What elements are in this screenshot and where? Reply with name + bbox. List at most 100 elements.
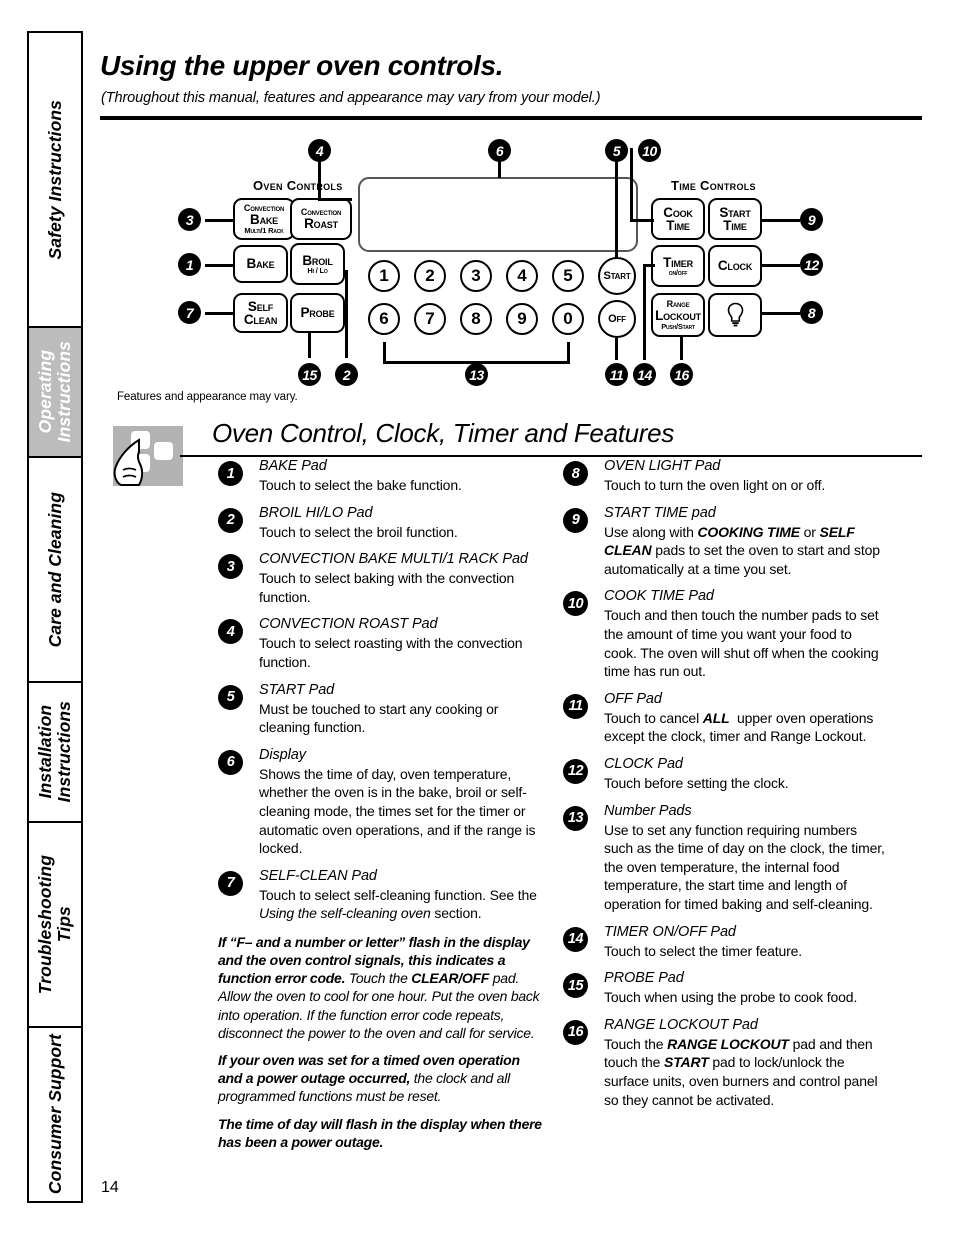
convection-roast-pad[interactable]: Convection Roast	[290, 198, 352, 240]
number-pad-4[interactable]: 4	[506, 260, 538, 292]
page-number: 14	[101, 1179, 119, 1196]
callout-7: 7	[178, 301, 201, 324]
number-pad-1[interactable]: 1	[368, 260, 400, 292]
pad-line-2: Time	[666, 218, 690, 233]
number-pad-7[interactable]: 7	[414, 303, 446, 335]
callout-10: 10	[638, 139, 661, 162]
sidebar-tab-label: Troubleshooting Tips	[35, 854, 74, 995]
number-pad-3[interactable]: 3	[460, 260, 492, 292]
feature-description: Touch before setting the clock.	[604, 774, 789, 791]
callout-1: 1	[178, 253, 201, 276]
pad-line-1: Self	[247, 298, 274, 314]
feature-term: START Pad	[259, 681, 335, 698]
feature-description: Use along with COOKING TIME or SELF CLEA…	[604, 523, 880, 577]
feature-number-badge: 12	[563, 758, 588, 784]
pad-line-2: Lockout	[655, 308, 701, 323]
feature-description: Touch to cancel ALL upper oven operation…	[604, 709, 874, 745]
sidebar-tab-care-and-cleaning[interactable]: Care and Cleaning	[27, 456, 83, 681]
pad-line-1: Timer	[663, 254, 693, 270]
sidebar-tab-safety-instructions[interactable]: Safety Instructions	[27, 31, 83, 326]
number-pad-8[interactable]: 8	[460, 303, 492, 335]
number-pad-6[interactable]: 6	[368, 303, 400, 335]
bake-pad[interactable]: Bake	[233, 245, 288, 283]
note-paragraph-2: If your oven was set for a timed oven op…	[218, 1052, 520, 1105]
leader-line	[630, 148, 633, 222]
leader-line	[643, 264, 646, 360]
sidebar-tab-troubleshooting-tips[interactable]: Troubleshooting Tips	[27, 821, 83, 1026]
feature-item-12: 12 CLOCK Pad Touch before setting the cloc…	[557, 756, 887, 793]
probe-pad[interactable]: Probe	[290, 293, 345, 333]
pad-line-2: Clock	[717, 258, 753, 274]
feature-term: OVEN LIGHT Pad	[604, 458, 721, 474]
feature-term: Number Pads	[604, 802, 692, 819]
sidebar-tab-label: Operating Instructions	[35, 341, 74, 443]
callout-3: 3	[178, 208, 201, 231]
number-pad-9[interactable]: 9	[506, 303, 538, 335]
feature-number-badge: 14	[563, 926, 588, 952]
pad-line-2: Bake	[250, 212, 278, 227]
leader-line	[615, 338, 618, 360]
callout-5: 5	[605, 139, 628, 162]
feature-term: PROBE Pad	[604, 970, 684, 987]
leader-line	[205, 264, 235, 267]
feature-item-15: 15 PROBE Pad Touch when using the probe to…	[557, 970, 887, 1007]
number-pad-2[interactable]: 2	[414, 260, 446, 292]
oven-light-pad[interactable]	[708, 293, 762, 337]
cook-time-pad[interactable]: Cook Time	[651, 198, 705, 240]
pad-line-1: Start	[719, 204, 751, 220]
feature-number-badge: 7	[218, 870, 243, 896]
feature-item-14: 14 TIMER ON/OFF Pad Touch to select the ti…	[557, 924, 887, 961]
callout-2: 2	[335, 363, 358, 386]
left-column: 1 BAKE Pad Touch to select the bake functi…	[212, 458, 542, 1160]
feature-term: CONVECTION ROAST Pad	[259, 616, 438, 633]
feature-item-5: 5 START Pad Must be touched to start any c…	[212, 682, 542, 737]
callout-11: 11	[605, 363, 628, 386]
page-subtitle: (Throughout this manual, features and ap…	[101, 90, 601, 106]
feature-number-badge: 11	[563, 693, 588, 719]
sidebar-tab-consumer-support[interactable]: Consumer Support	[27, 1026, 83, 1203]
self-clean-pad[interactable]: Self Clean	[233, 293, 288, 333]
feature-number-badge: 6	[218, 749, 243, 775]
sidebar-tab-installation-instructions[interactable]: Installation Instructions	[27, 681, 83, 821]
broil-pad[interactable]: Broil Hi / Lo	[290, 243, 345, 285]
feature-description: Touch to select the broil function.	[259, 523, 458, 540]
leader-line	[615, 148, 618, 258]
leader-line	[680, 337, 683, 360]
off-pad[interactable]: Off	[598, 300, 636, 338]
callout-15: 15	[298, 363, 321, 386]
callout-6: 6	[488, 139, 511, 162]
pad-line-2: Probe	[300, 305, 335, 321]
feature-number-badge: 1	[218, 461, 243, 486]
convection-bake-pad[interactable]: Convection Bake Multi/1 Rack	[233, 198, 295, 240]
range-lockout-pad[interactable]: Range Lockout Push/Start	[651, 293, 705, 337]
feature-number-badge: 9	[563, 507, 588, 533]
feature-term: RANGE LOCKOUT Pad	[604, 1016, 758, 1033]
feature-description: Touch to select self-cleaning function. …	[259, 886, 537, 922]
pad-line-2: Bake	[246, 256, 275, 272]
sidebar-tab-operating-instructions[interactable]: Operating Instructions	[27, 326, 83, 456]
feature-item-16: 16 RANGE LOCKOUT Pad Touch the RANGE LOCKO…	[557, 1017, 887, 1109]
feature-item-2: 2 BROIL HI/LO Pad Touch to select the broi…	[212, 505, 542, 542]
time-controls-title: Time Controls	[671, 178, 756, 193]
feature-term: OFF Pad	[604, 690, 662, 707]
clock-pad[interactable]: Clock	[708, 245, 762, 287]
note-paragraph-3: The time of day will flash in the displa…	[218, 1115, 542, 1150]
feature-number-badge: 2	[218, 507, 243, 533]
feature-item-7: 7 SELF-CLEAN Pad Touch to select self-clea…	[212, 868, 542, 923]
page-title: Using the upper oven controls.	[100, 50, 504, 81]
feature-number-badge: 3	[218, 554, 243, 580]
number-pad-5[interactable]: 5	[552, 260, 584, 292]
leader-line	[762, 312, 800, 315]
feature-description: Touch to turn the oven light on or off.	[604, 476, 826, 493]
leader-line	[308, 333, 311, 358]
start-time-pad[interactable]: Start Time	[708, 198, 762, 240]
display-window	[358, 177, 638, 252]
sidebar-tabs: Safety Instructions Operating Instruction…	[27, 31, 83, 1203]
timer-on-off-pad[interactable]: Timer on/off	[651, 245, 705, 287]
start-pad[interactable]: Start	[598, 257, 636, 295]
feature-description: Touch to select the bake function.	[259, 476, 462, 493]
feature-number-badge: 13	[563, 805, 588, 831]
feature-term: TIMER ON/OFF Pad	[604, 923, 736, 940]
feature-number-badge: 5	[218, 684, 243, 710]
number-pad-0[interactable]: 0	[552, 303, 584, 335]
